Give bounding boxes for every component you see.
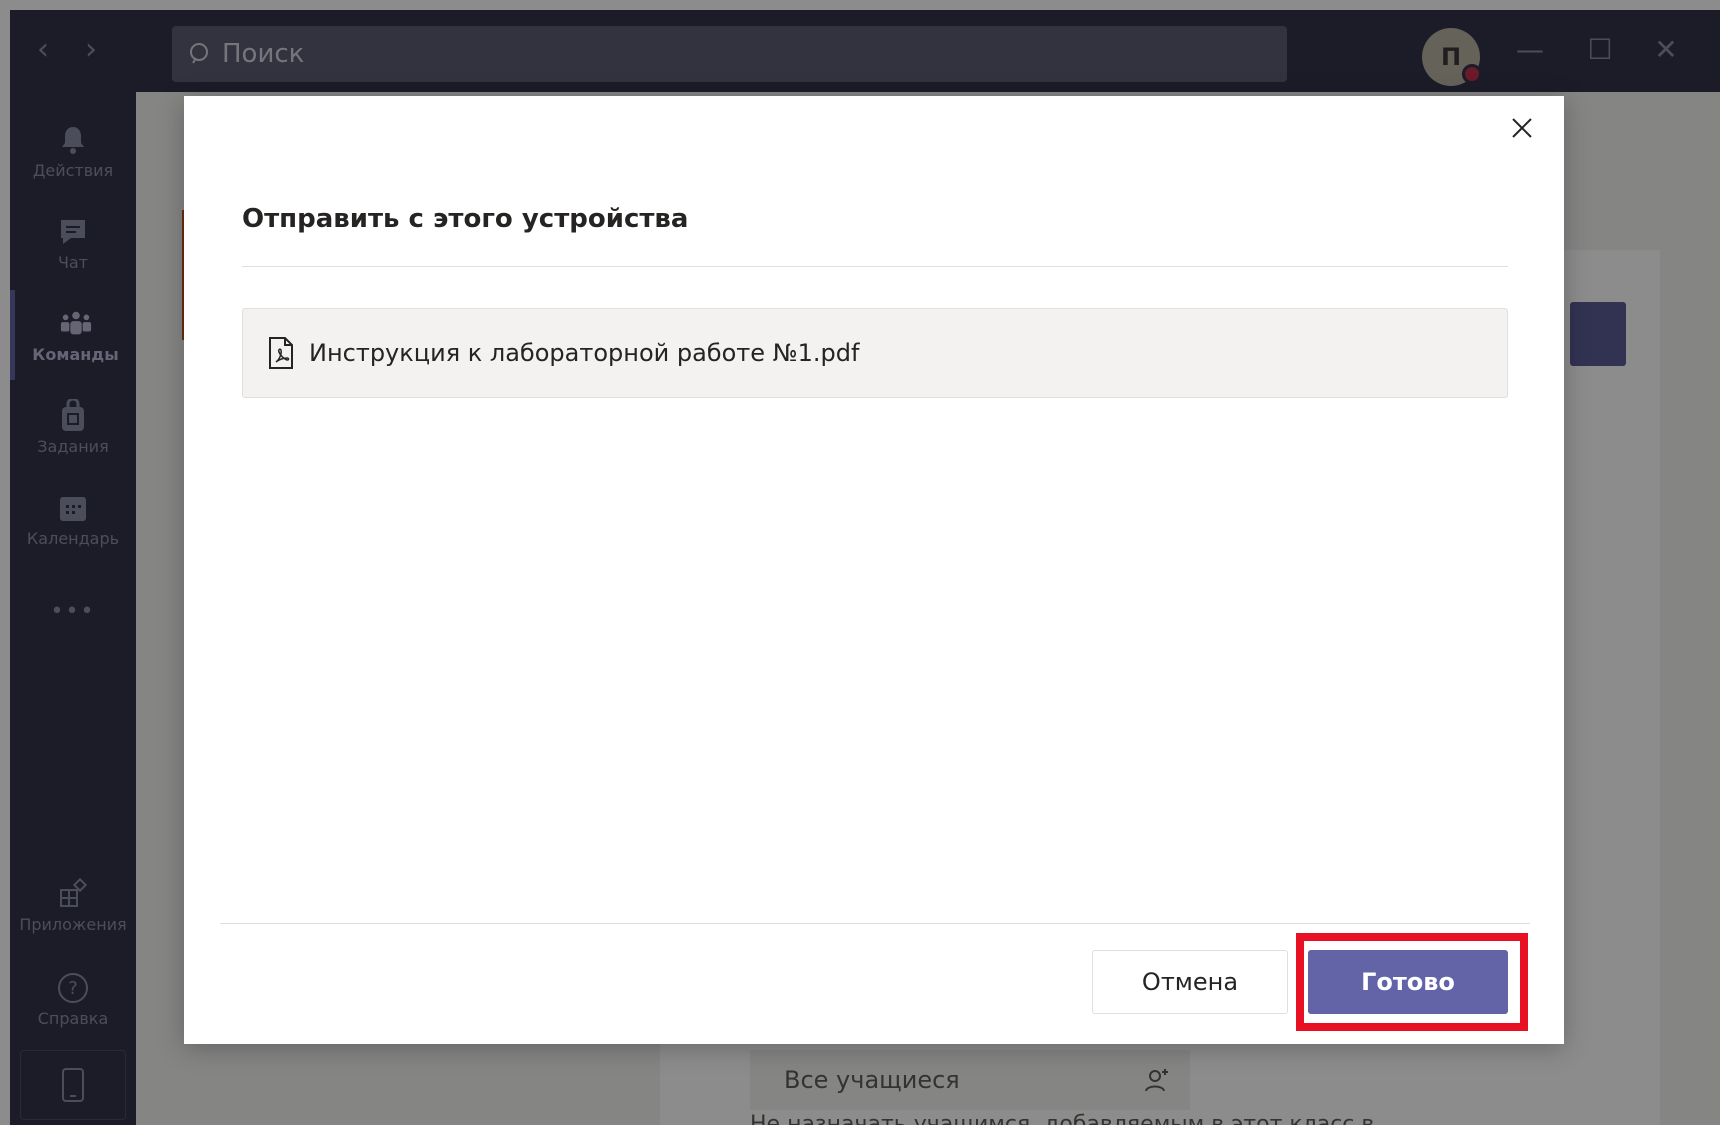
divider — [242, 266, 1508, 267]
file-name: Инструкция к лабораторной работе №1.pdf — [309, 339, 860, 367]
close-button[interactable] — [1504, 110, 1540, 146]
upload-dialog: Отправить с этого устройства Инструкция … — [184, 96, 1564, 1044]
file-item[interactable]: Инструкция к лабораторной работе №1.pdf — [242, 308, 1508, 398]
footer-divider — [220, 923, 1530, 924]
close-icon — [1512, 118, 1532, 138]
pdf-file-icon — [269, 337, 293, 369]
dialog-title: Отправить с этого устройства — [242, 204, 689, 234]
highlight-box: Готово — [1296, 933, 1528, 1031]
cancel-button[interactable]: Отмена — [1092, 950, 1288, 1014]
done-button[interactable]: Готово — [1308, 950, 1508, 1014]
